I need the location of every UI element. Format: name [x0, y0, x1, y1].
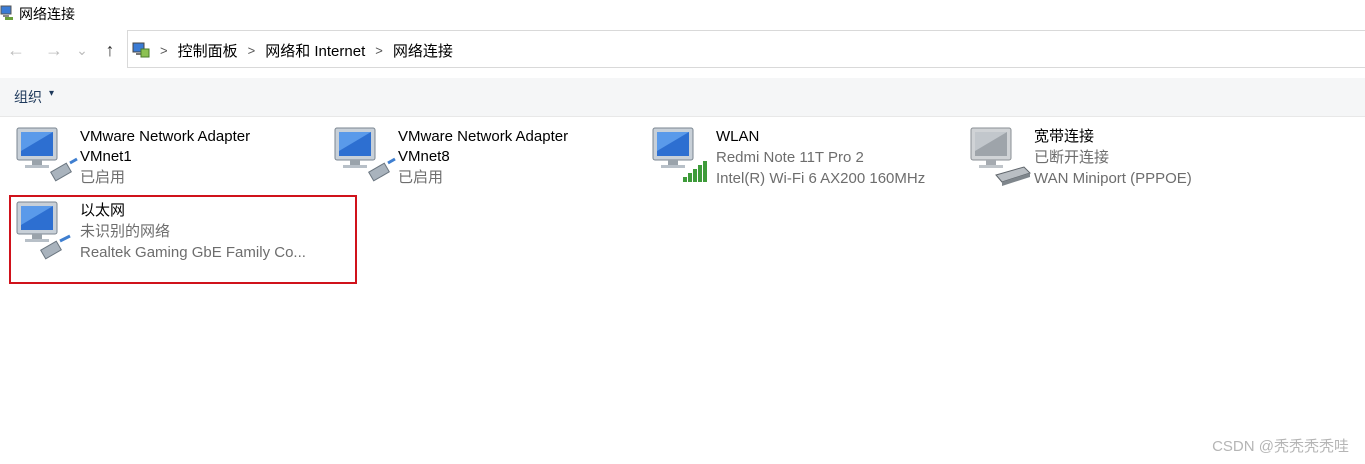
adapter-status: 已启用: [398, 169, 444, 186]
title-bar: 网络连接: [0, 0, 1365, 26]
breadcrumb-network-internet[interactable]: 网络和 Internet: [265, 40, 365, 61]
adapter-device: Intel(R) Wi-Fi 6 AX200 160MHz: [716, 170, 926, 187]
adapter-vmnet1[interactable]: VMware Network Adapter VMnet1 已启用: [14, 127, 324, 197]
breadcrumb: > 控制面板 > 网络和 Internet > 网络连接: [158, 31, 461, 69]
up-button[interactable]: ↑: [100, 40, 120, 60]
breadcrumb-control-panel[interactable]: 控制面板: [178, 40, 238, 61]
command-bar: 组织 ▾: [0, 78, 1365, 117]
wifi-signal-bars-icon: [683, 161, 707, 182]
organize-dropdown-icon[interactable]: ▾: [49, 88, 54, 99]
back-button[interactable]: ←: [6, 40, 26, 60]
adapter-broadband[interactable]: 宽带连接 已断开连接 WAN Miniport (PPPOE): [968, 127, 1278, 197]
adapter-device: WAN Miniport (PPPOE): [1034, 170, 1192, 187]
adapter-vmnet8[interactable]: VMware Network Adapter VMnet8 已启用: [332, 127, 642, 197]
adapter-name: 宽带连接: [1034, 128, 1095, 145]
window-title: 网络连接: [19, 6, 75, 22]
network-adapter-icon: [16, 127, 78, 182]
adapter-name: VMware Network Adapter: [80, 128, 251, 145]
broadband-adapter-icon: [970, 127, 1031, 186]
organize-menu[interactable]: 组织: [14, 87, 42, 107]
network-adapter-icon: [334, 127, 396, 182]
adapter-network: Redmi Note 11T Pro 2: [716, 149, 864, 166]
forward-button[interactable]: →: [44, 40, 64, 60]
network-connections-icon: [0, 5, 13, 20]
breadcrumb-separator[interactable]: >: [160, 43, 168, 58]
modem-icon: [995, 166, 1031, 186]
cable-icon: [368, 157, 396, 182]
adapter-name: WLAN: [716, 128, 760, 145]
cable-icon: [50, 157, 78, 182]
adapter-status: 已启用: [80, 169, 126, 186]
adapter-status: 已断开连接: [1034, 149, 1110, 166]
control-panel-icon: [132, 42, 150, 58]
adapter-name-line2: VMnet1: [80, 148, 132, 165]
navigation-bar: ← → ⌄ ↑ > 控制面板 > 网络和 Internet > 网络连接: [0, 30, 1365, 70]
watermark: CSDN @秃秃秃秃哇: [1212, 438, 1349, 455]
recent-locations-button[interactable]: ⌄: [74, 40, 90, 60]
adapter-name: VMware Network Adapter: [398, 128, 569, 145]
address-bar[interactable]: > 控制面板 > 网络和 Internet > 网络连接: [127, 30, 1365, 68]
breadcrumb-network-connections[interactable]: 网络连接: [393, 40, 453, 61]
adapter-wlan[interactable]: WLAN Redmi Note 11T Pro 2 Intel(R) Wi-Fi…: [650, 127, 960, 197]
adapter-name-line2: VMnet8: [398, 148, 450, 165]
breadcrumb-separator[interactable]: >: [375, 43, 383, 58]
breadcrumb-separator[interactable]: >: [248, 43, 256, 58]
wireless-adapter-icon: [652, 127, 707, 182]
highlight-box: [9, 195, 357, 284]
